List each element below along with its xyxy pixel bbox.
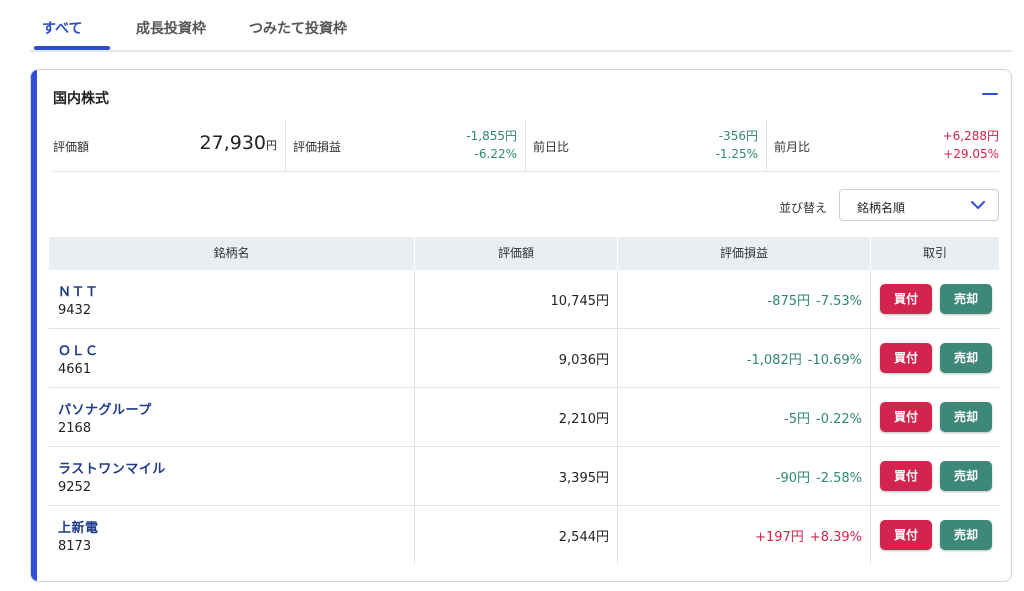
summary-unrealized-percent: -6.22% (474, 147, 517, 161)
tab-bar: すべて 成長投資枠 つみたて投資枠 (30, 0, 1012, 52)
stock-name-link[interactable]: パソナグループ (58, 399, 152, 418)
buy-button[interactable]: 買付 (880, 284, 932, 314)
valuation-value: 2,544円 (558, 530, 609, 545)
stock-code: 4661 (58, 362, 92, 377)
header-valuation: 評価額 (414, 237, 617, 270)
sort-selected-value: 銘柄名順 (857, 201, 906, 215)
stock-code: 2168 (58, 421, 92, 436)
trade-cell: 買付 売却 (870, 506, 999, 564)
summary-day-change-label: 前日比 (533, 140, 570, 154)
summary-day-change: 前日比 -356円 -1.25% (525, 120, 766, 172)
table-row: ＯＬＣ 4661 9,036円 -1,082円 -10.69% 買付 売却 (49, 329, 999, 388)
table-row: ラストワンマイル 9252 3,395円 -90円 -2.58% 買付 売却 (49, 447, 999, 506)
valuation-cell: 9,036円 (414, 329, 617, 387)
table-row: パソナグループ 2168 2,210円 -5円 -0.22% 買付 売却 (49, 388, 999, 447)
valuation-cell: 3,395円 (414, 447, 617, 505)
stock-code: 9432 (58, 303, 92, 318)
sell-button[interactable]: 売却 (940, 343, 992, 373)
stock-name-link[interactable]: ラストワンマイル (58, 458, 166, 477)
trade-cell: 買付 売却 (870, 270, 999, 328)
sell-button[interactable]: 売却 (940, 461, 992, 491)
buy-button[interactable]: 買付 (880, 402, 932, 432)
stock-name-link[interactable]: 上新電 (58, 517, 99, 536)
summary-unrealized-amount: -1,855円 (466, 129, 517, 143)
summary-unrealized-label: 評価損益 (293, 140, 342, 154)
tab-growth-investment[interactable]: 成長投資枠 (136, 18, 206, 38)
valuation-cell: 10,745円 (414, 270, 617, 328)
stock-code: 9252 (58, 480, 92, 495)
trade-cell: 買付 売却 (870, 447, 999, 505)
valuation-value: 2,210円 (558, 412, 609, 427)
summary-unrealized: 評価損益 -1,855円 -6.22% (285, 120, 525, 172)
valuation-cell: 2,544円 (414, 506, 617, 564)
domestic-stocks-card: 国内株式 評価額 27,930円 評価損益 -1,855円 -6.22% 前日比… (30, 69, 1012, 582)
active-tab-indicator (34, 46, 110, 50)
table-header: 銘柄名 評価額 評価損益 取引 (49, 237, 999, 270)
summary-valuation-value: 27,930円 (199, 132, 277, 154)
buy-button[interactable]: 買付 (880, 461, 932, 491)
stock-cell: 上新電 8173 (49, 506, 414, 564)
header-stock-name: 銘柄名 (213, 246, 250, 260)
buy-button[interactable]: 買付 (880, 520, 932, 550)
table-row: ＮＴＴ 9432 10,745円 -875円 -7.53% 買付 売却 (49, 270, 999, 329)
sort-label: 並び替え (779, 201, 828, 215)
unrealized-cell: -875円 -7.53% (617, 270, 870, 328)
unrealized-value: -875円 -7.53% (767, 294, 862, 309)
unrealized-cell: -90円 -2.58% (617, 447, 870, 505)
summary-day-change-amount: -356円 (718, 129, 758, 143)
summary-row: 評価額 27,930円 評価損益 -1,855円 -6.22% 前日比 -356… (53, 120, 999, 172)
header-unrealized: 評価損益 (617, 237, 870, 270)
tab-all[interactable]: すべて (42, 18, 82, 38)
stock-name-link[interactable]: ＯＬＣ (58, 340, 99, 359)
holdings-table: 銘柄名 評価額 評価損益 取引 ＮＴＴ 9432 10,745円 -875円 -7… (49, 237, 999, 565)
summary-month-change-percent: +29.05% (943, 147, 999, 161)
stock-cell: パソナグループ 2168 (49, 388, 414, 446)
valuation-cell: 2,210円 (414, 388, 617, 446)
unrealized-value: +197円 +8.39% (755, 530, 862, 545)
tab-tsumitate-investment[interactable]: つみたて投資枠 (249, 18, 347, 38)
unrealized-cell: -1,082円 -10.69% (617, 329, 870, 387)
summary-month-change: 前月比 +6,288円 +29.05% (766, 120, 999, 172)
card-title: 国内株式 (53, 91, 109, 107)
unrealized-value: -5円 -0.22% (784, 412, 862, 427)
summary-month-change-label: 前月比 (774, 140, 811, 154)
unrealized-cell: -5円 -0.22% (617, 388, 870, 446)
minus-icon[interactable] (981, 90, 999, 100)
sell-button[interactable]: 売却 (940, 284, 992, 314)
valuation-value: 10,745円 (550, 294, 610, 309)
sell-button[interactable]: 売却 (940, 520, 992, 550)
stock-cell: ＮＴＴ 9432 (49, 270, 414, 328)
summary-day-change-percent: -1.25% (715, 147, 758, 161)
chevron-down-icon (971, 201, 985, 209)
valuation-value: 9,036円 (558, 353, 609, 368)
stock-name-link[interactable]: ＮＴＴ (58, 281, 99, 300)
card-accent-bar (31, 70, 37, 581)
unrealized-value: -1,082円 -10.69% (746, 353, 862, 368)
sort-select[interactable]: 銘柄名順 (839, 189, 999, 221)
table-row: 上新電 8173 2,544円 +197円 +8.39% 買付 売却 (49, 506, 999, 565)
stock-cell: ラストワンマイル 9252 (49, 447, 414, 505)
summary-month-change-amount: +6,288円 (942, 129, 999, 143)
unrealized-value: -90円 -2.58% (775, 471, 862, 486)
valuation-value: 3,395円 (558, 471, 609, 486)
trade-cell: 買付 売却 (870, 388, 999, 446)
summary-valuation: 評価額 27,930円 (53, 120, 285, 172)
header-trade: 取引 (870, 237, 999, 270)
summary-valuation-label: 評価額 (53, 140, 90, 154)
stock-cell: ＯＬＣ 4661 (49, 329, 414, 387)
stock-code: 8173 (58, 539, 92, 554)
sell-button[interactable]: 売却 (940, 402, 992, 432)
unrealized-cell: +197円 +8.39% (617, 506, 870, 564)
trade-cell: 買付 売却 (870, 329, 999, 387)
buy-button[interactable]: 買付 (880, 343, 932, 373)
